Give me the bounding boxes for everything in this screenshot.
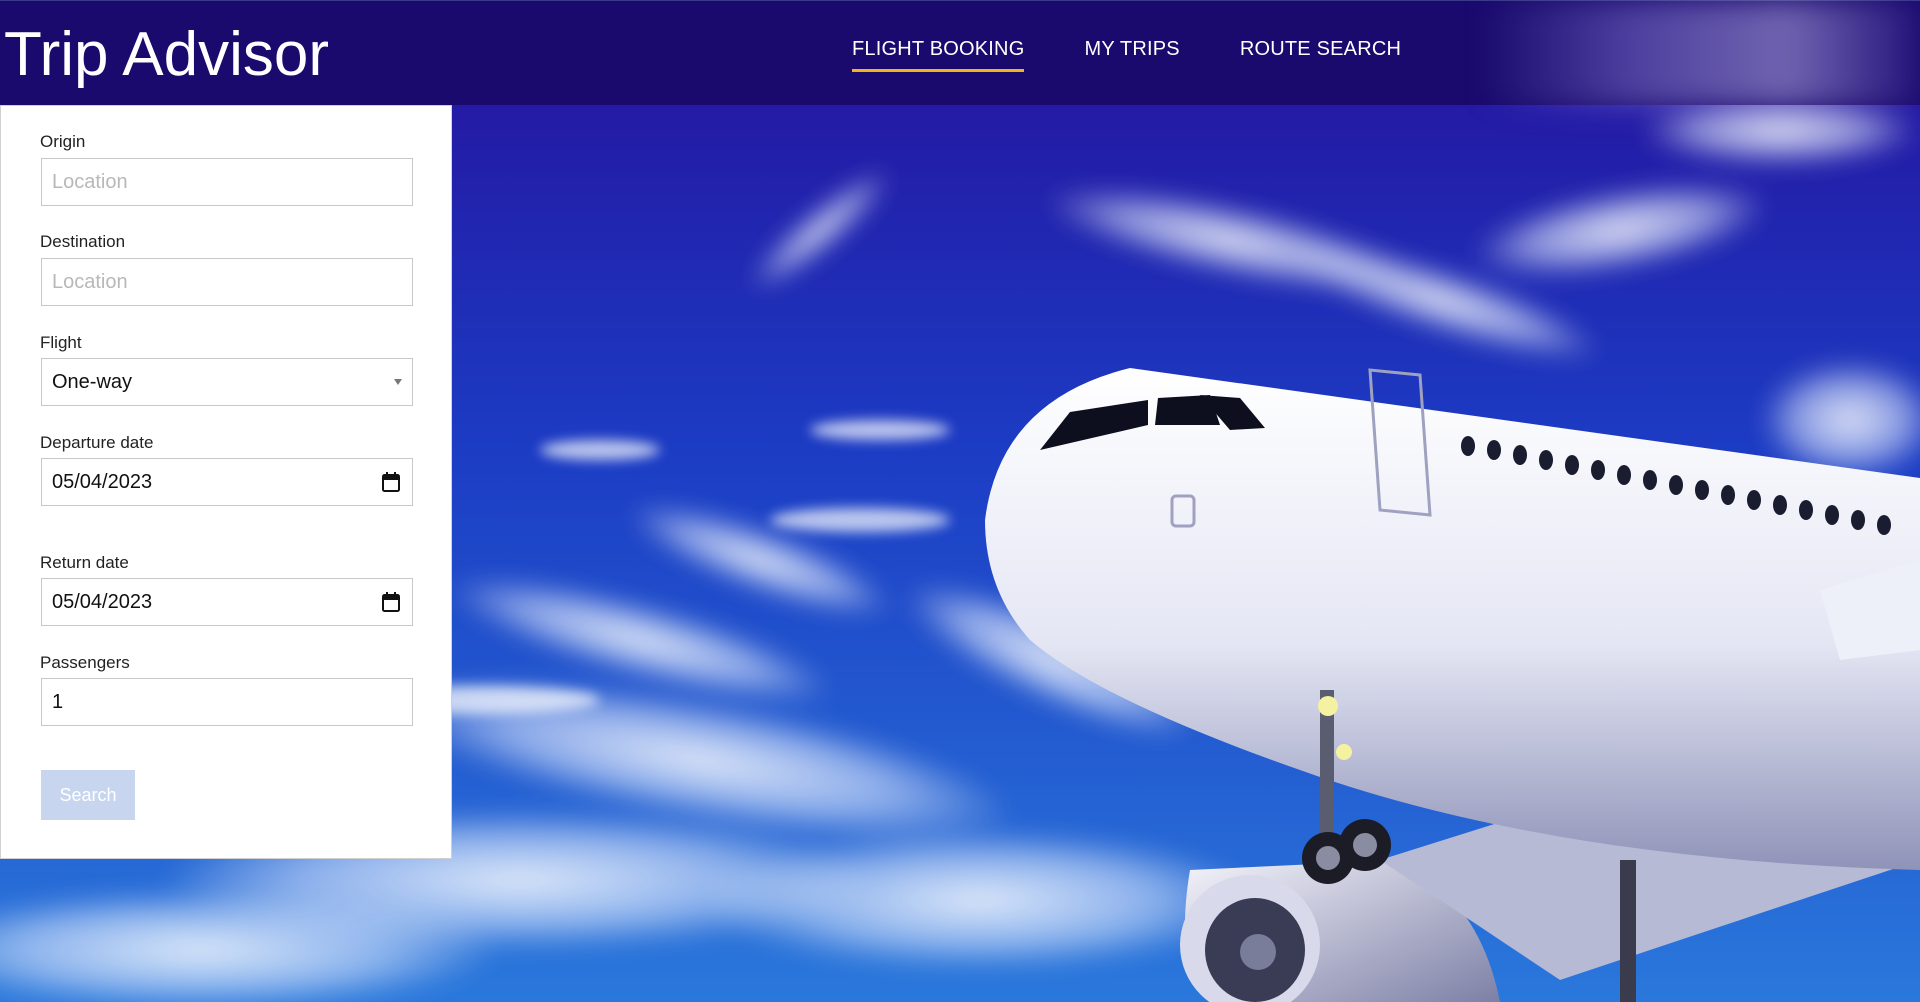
calendar-icon[interactable] xyxy=(382,472,400,492)
return-date-label: Return date xyxy=(40,553,129,572)
destination-input[interactable]: Location xyxy=(41,258,413,306)
departure-date-input[interactable]: 05/04/2023 xyxy=(41,458,413,506)
flight-search-form: Origin Location Destination Location Fli… xyxy=(0,105,452,859)
flight-type-value: One-way xyxy=(52,370,133,393)
nav-route-search[interactable]: ROUTE SEARCH xyxy=(1240,37,1401,73)
calendar-icon[interactable] xyxy=(382,592,400,612)
header-glow-decoration xyxy=(1480,1,1920,106)
flight-type-select[interactable]: One-way xyxy=(41,358,413,406)
passengers-input[interactable]: 1 xyxy=(41,678,413,726)
destination-label: Destination xyxy=(40,232,126,251)
origin-input[interactable]: Location xyxy=(41,158,413,206)
chevron-down-icon xyxy=(394,379,402,385)
nav-my-trips[interactable]: MY TRIPS xyxy=(1084,37,1179,73)
origin-label: Origin xyxy=(40,132,86,151)
flight-type-label: Flight xyxy=(40,333,82,352)
passengers-label: Passengers xyxy=(40,653,130,672)
top-navbar: Trip Advisor FLIGHT BOOKING MY TRIPS ROU… xyxy=(0,0,1920,106)
departure-date-value: 05/04/2023 xyxy=(52,470,153,493)
brand-logo-text[interactable]: Trip Advisor xyxy=(4,19,329,91)
return-date-input[interactable]: 05/04/2023 xyxy=(41,578,413,626)
return-date-value: 05/04/2023 xyxy=(52,590,153,613)
search-button[interactable]: Search xyxy=(41,770,135,820)
nav-flight-booking[interactable]: FLIGHT BOOKING xyxy=(852,37,1025,73)
main-nav: FLIGHT BOOKING MY TRIPS ROUTE SEARCH xyxy=(852,37,1401,73)
departure-date-label: Departure date xyxy=(40,433,154,452)
